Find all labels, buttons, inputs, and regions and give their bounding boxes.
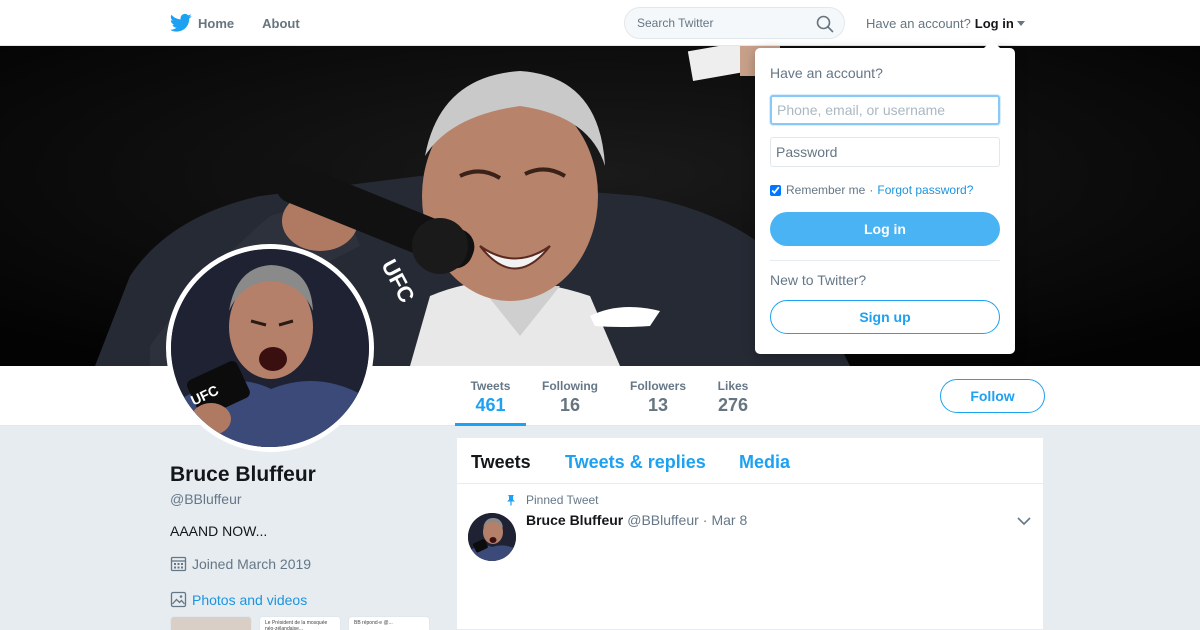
stat-tweets-label: Tweets (470, 379, 511, 393)
photos-videos-label: Photos and videos (192, 591, 308, 608)
login-prompt: Have an account? Log in (866, 16, 1025, 31)
top-navigation-bar: Home About Have an account? Log in (0, 0, 1200, 46)
profile-bio: AAAND NOW... (170, 523, 268, 539)
remember-separator: · (869, 183, 874, 197)
tweet-header: Bruce Bluffeur @BBluffeur · Mar 8 (526, 512, 747, 528)
dropdown-divider (770, 260, 1000, 261)
pinned-tweet-context: Pinned Tweet (505, 493, 599, 507)
pinned-label: Pinned Tweet (526, 493, 599, 507)
search-icon[interactable] (816, 15, 834, 33)
nav-about-link[interactable]: About (262, 16, 300, 31)
media-thumbnail[interactable] (170, 616, 252, 630)
pin-icon (507, 495, 515, 506)
search-input[interactable] (637, 16, 807, 30)
username-field[interactable] (770, 95, 1000, 125)
media-thumbnails: Le Président de la mosquée néo-zélandais… (170, 616, 437, 630)
timeline-panel: Tweets Tweets & replies Media Pinned Twe… (456, 437, 1044, 630)
stat-following-value: 16 (559, 395, 581, 415)
stat-likes-value: 276 (717, 395, 749, 415)
stat-likes[interactable]: Likes 276 (716, 379, 750, 416)
stat-following-label: Following (542, 379, 598, 393)
tweet-avatar[interactable] (468, 513, 516, 561)
active-stat-underline (455, 423, 526, 426)
profile-joined-text: Joined March 2019 (192, 555, 312, 572)
dropdown-arrow (983, 40, 1001, 49)
tab-tweets[interactable]: Tweets (471, 452, 531, 473)
signup-button[interactable]: Sign up (770, 300, 1000, 334)
profile-name: Bruce Bluffeur (170, 463, 316, 486)
caret-down-icon (1016, 21, 1025, 26)
tweet-author-name[interactable]: Bruce Bluffeur (526, 512, 623, 528)
stat-followers[interactable]: Followers 13 (629, 379, 687, 416)
profile-handle: @BBluffeur (170, 491, 242, 507)
password-field[interactable] (770, 137, 1000, 167)
media-thumbnail[interactable]: Le Président de la mosquée néo-zélandais… (259, 616, 341, 630)
media-thumbnail[interactable]: BB répond·e @... (348, 616, 430, 630)
calendar-icon (170, 556, 187, 572)
new-to-twitter-text: New to Twitter? (770, 272, 867, 288)
stat-tweets[interactable]: Tweets 461 (470, 379, 511, 416)
nav-home-link[interactable]: Home (170, 13, 234, 33)
login-toggle-label: Log in (974, 16, 1014, 31)
nav-left-group: Home About (170, 0, 328, 46)
login-dropdown-toggle[interactable]: Log in (975, 16, 1025, 31)
tab-tweets-replies[interactable]: Tweets & replies (565, 452, 706, 473)
image-icon (170, 591, 187, 608)
profile-avatar[interactable]: UFC (166, 244, 374, 452)
login-button[interactable]: Log in (770, 212, 1000, 246)
remember-row: Remember me · Forgot password? (770, 183, 973, 197)
tab-media[interactable]: Media (739, 452, 790, 473)
follow-button[interactable]: Follow (940, 379, 1045, 413)
chevron-down-icon[interactable] (1017, 516, 1031, 526)
remember-checkbox[interactable] (770, 184, 781, 196)
tweet-timestamp[interactable]: Mar 8 (711, 512, 747, 528)
avatar-image: UFC (171, 249, 369, 447)
stat-likes-label: Likes (717, 379, 749, 393)
remember-label: Remember me (786, 183, 866, 197)
stat-tweets-value: 461 (475, 395, 506, 415)
profile-joined: Joined March 2019 (170, 555, 311, 572)
nav-about-label: About (262, 15, 300, 31)
twitter-bird-icon (170, 13, 192, 32)
stat-followers-value: 13 (647, 395, 669, 415)
stat-followers-label: Followers (629, 379, 686, 393)
login-dropdown: Have an account? Remember me · Forgot pa… (755, 40, 1015, 354)
photos-videos-link[interactable]: Photos and videos (170, 591, 307, 608)
forgot-password-link[interactable]: Forgot password? (877, 183, 973, 197)
nav-home-label: Home (198, 15, 235, 31)
tweet-separator: · (702, 512, 708, 528)
have-account-text: Have an account? (866, 16, 971, 31)
tweet-author-handle[interactable]: @BBluffeur (627, 512, 699, 528)
tweet-avatar-image (468, 513, 516, 561)
dropdown-title: Have an account? (770, 65, 883, 81)
search-box[interactable] (624, 7, 845, 39)
stat-following[interactable]: Following 16 (541, 379, 599, 416)
timeline-tabs: Tweets Tweets & replies Media (457, 438, 1043, 484)
